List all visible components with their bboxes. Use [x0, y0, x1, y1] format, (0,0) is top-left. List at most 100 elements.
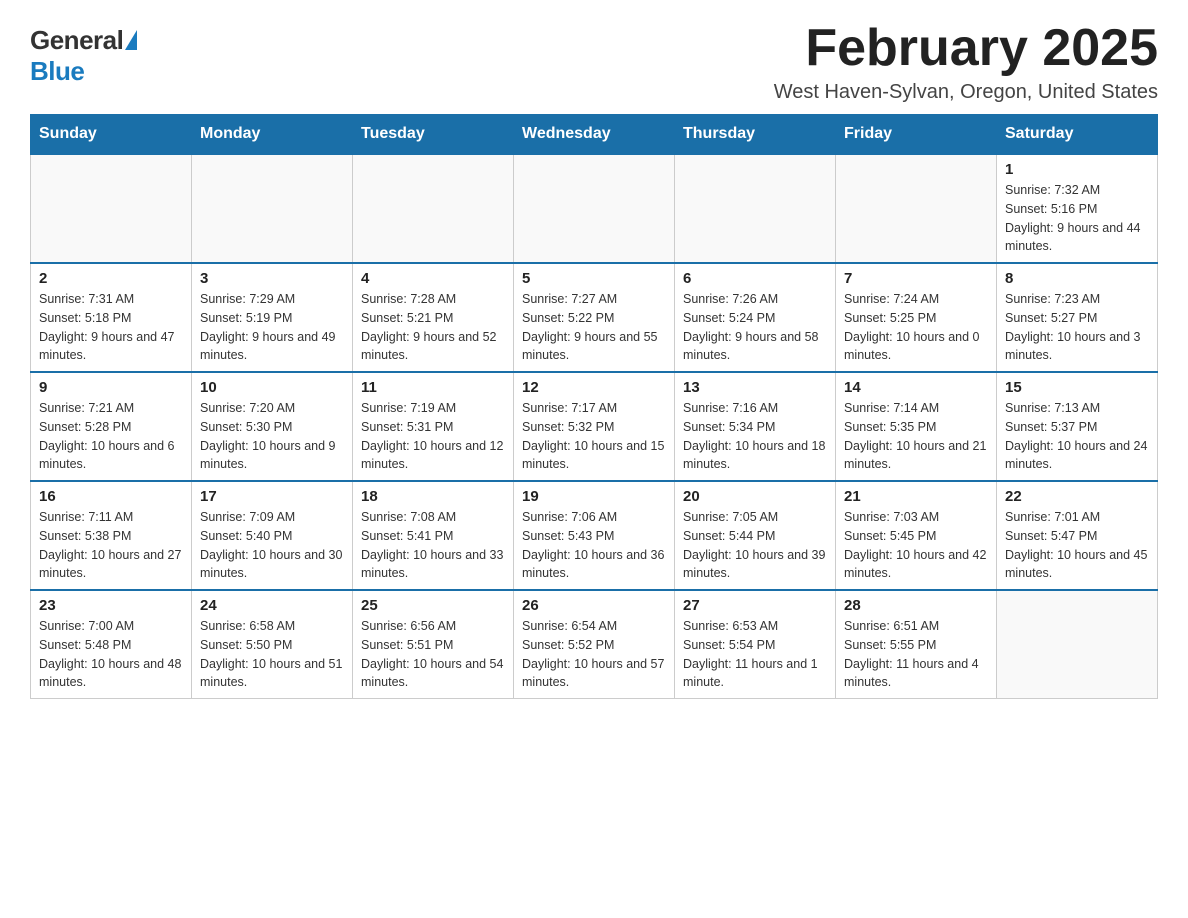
calendar-cell: [31, 154, 192, 263]
calendar-cell: 2Sunrise: 7:31 AM Sunset: 5:18 PM Daylig…: [31, 263, 192, 372]
calendar-cell: 3 Sunrise: 7:29 AM Sunset: 5:19 PM Daylig…: [192, 263, 353, 372]
day-info: Sunrise: 7:24 AM Sunset: 5:25 PM Dayligh…: [844, 290, 988, 365]
calendar-cell: 25 Sunrise: 6:56 AM Sunset: 5:51 PM Dayli…: [353, 590, 514, 699]
calendar-cell: 1 Sunrise: 7:32 AM Sunset: 5:16 PM Daylig…: [997, 154, 1158, 263]
day-info: Sunrise: 7:13 AM Sunset: 5:37 PM Dayligh…: [1005, 399, 1149, 474]
logo-triangle-icon: [125, 30, 137, 50]
day-number: 2: [39, 270, 183, 287]
calendar-cell: 27Sunrise: 6:53 AM Sunset: 5:54 PM Dayli…: [675, 590, 836, 699]
day-info: Sunrise: 7:01 AM Sunset: 5:47 PM Dayligh…: [1005, 508, 1149, 583]
day-info: Sunrise: 7:03 AM Sunset: 5:45 PM Dayligh…: [844, 508, 988, 583]
day-number: 13: [683, 379, 827, 396]
calendar-cell: 10 Sunrise: 7:20 AM Sunset: 5:30 PM Dayli…: [192, 372, 353, 481]
weekday-header-sunday: Sunday: [31, 115, 192, 155]
calendar-table: SundayMondayTuesdayWednesdayThursdayFrid…: [30, 114, 1158, 699]
day-number: 18: [361, 488, 505, 505]
day-number: 7: [844, 270, 988, 287]
day-number: 23: [39, 597, 183, 614]
day-info: Sunrise: 7:05 AM Sunset: 5:44 PM Dayligh…: [683, 508, 827, 583]
calendar-cell: 18 Sunrise: 7:08 AM Sunset: 5:41 PM Dayli…: [353, 481, 514, 590]
day-info: Sunrise: 7:19 AM Sunset: 5:31 PM Dayligh…: [361, 399, 505, 474]
logo-blue-text: Blue: [30, 56, 84, 87]
day-number: 12: [522, 379, 666, 396]
calendar-cell: 16 Sunrise: 7:11 AM Sunset: 5:38 PM Dayli…: [31, 481, 192, 590]
weekday-header-tuesday: Tuesday: [353, 115, 514, 155]
calendar-week-3: 9 Sunrise: 7:21 AM Sunset: 5:28 PM Daylig…: [31, 372, 1158, 481]
day-number: 15: [1005, 379, 1149, 396]
calendar-week-5: 23 Sunrise: 7:00 AM Sunset: 5:48 PM Dayli…: [31, 590, 1158, 699]
day-number: 1: [1005, 161, 1149, 178]
calendar-cell: 5 Sunrise: 7:27 AM Sunset: 5:22 PM Daylig…: [514, 263, 675, 372]
day-info: Sunrise: 6:56 AM Sunset: 5:51 PM Dayligh…: [361, 617, 505, 692]
day-info: Sunrise: 7:20 AM Sunset: 5:30 PM Dayligh…: [200, 399, 344, 474]
day-info: Sunrise: 7:21 AM Sunset: 5:28 PM Dayligh…: [39, 399, 183, 474]
day-number: 14: [844, 379, 988, 396]
calendar-cell: 19 Sunrise: 7:06 AM Sunset: 5:43 PM Dayli…: [514, 481, 675, 590]
day-info: Sunrise: 7:08 AM Sunset: 5:41 PM Dayligh…: [361, 508, 505, 583]
page-header: General Blue February 2025 West Haven-Sy…: [30, 20, 1158, 104]
calendar-cell: [997, 590, 1158, 699]
logo-general-text: General: [30, 25, 123, 56]
calendar-header: SundayMondayTuesdayWednesdayThursdayFrid…: [31, 115, 1158, 155]
day-number: 5: [522, 270, 666, 287]
day-number: 17: [200, 488, 344, 505]
day-number: 10: [200, 379, 344, 396]
title-area: February 2025 West Haven-Sylvan, Oregon,…: [774, 20, 1158, 104]
calendar-week-2: 2Sunrise: 7:31 AM Sunset: 5:18 PM Daylig…: [31, 263, 1158, 372]
day-info: Sunrise: 7:17 AM Sunset: 5:32 PM Dayligh…: [522, 399, 666, 474]
calendar-cell: 22 Sunrise: 7:01 AM Sunset: 5:47 PM Dayli…: [997, 481, 1158, 590]
calendar-cell: 11 Sunrise: 7:19 AM Sunset: 5:31 PM Dayli…: [353, 372, 514, 481]
day-info: Sunrise: 7:00 AM Sunset: 5:48 PM Dayligh…: [39, 617, 183, 692]
day-number: 28: [844, 597, 988, 614]
calendar-cell: 14 Sunrise: 7:14 AM Sunset: 5:35 PM Dayli…: [836, 372, 997, 481]
calendar-cell: [836, 154, 997, 263]
day-info: Sunrise: 7:29 AM Sunset: 5:19 PM Dayligh…: [200, 290, 344, 365]
calendar-week-1: 1 Sunrise: 7:32 AM Sunset: 5:16 PM Daylig…: [31, 154, 1158, 263]
weekday-header-thursday: Thursday: [675, 115, 836, 155]
day-info: Sunrise: 6:53 AM Sunset: 5:54 PM Dayligh…: [683, 617, 827, 692]
calendar-cell: [192, 154, 353, 263]
weekday-row: SundayMondayTuesdayWednesdayThursdayFrid…: [31, 115, 1158, 155]
calendar-cell: 28 Sunrise: 6:51 AM Sunset: 5:55 PM Dayli…: [836, 590, 997, 699]
day-info: Sunrise: 6:58 AM Sunset: 5:50 PM Dayligh…: [200, 617, 344, 692]
day-number: 9: [39, 379, 183, 396]
calendar-cell: 20 Sunrise: 7:05 AM Sunset: 5:44 PM Dayli…: [675, 481, 836, 590]
calendar-cell: 7 Sunrise: 7:24 AM Sunset: 5:25 PM Daylig…: [836, 263, 997, 372]
day-info: Sunrise: 7:11 AM Sunset: 5:38 PM Dayligh…: [39, 508, 183, 583]
day-info: Sunrise: 7:09 AM Sunset: 5:40 PM Dayligh…: [200, 508, 344, 583]
weekday-header-monday: Monday: [192, 115, 353, 155]
day-number: 22: [1005, 488, 1149, 505]
day-number: 19: [522, 488, 666, 505]
calendar-cell: 24 Sunrise: 6:58 AM Sunset: 5:50 PM Dayli…: [192, 590, 353, 699]
day-info: Sunrise: 7:06 AM Sunset: 5:43 PM Dayligh…: [522, 508, 666, 583]
calendar-cell: 9 Sunrise: 7:21 AM Sunset: 5:28 PM Daylig…: [31, 372, 192, 481]
day-info: Sunrise: 7:32 AM Sunset: 5:16 PM Dayligh…: [1005, 181, 1149, 256]
day-number: 11: [361, 379, 505, 396]
calendar-cell: 17 Sunrise: 7:09 AM Sunset: 5:40 PM Dayli…: [192, 481, 353, 590]
day-number: 20: [683, 488, 827, 505]
calendar-cell: 6Sunrise: 7:26 AM Sunset: 5:24 PM Daylig…: [675, 263, 836, 372]
calendar-cell: 23 Sunrise: 7:00 AM Sunset: 5:48 PM Dayli…: [31, 590, 192, 699]
calendar-week-4: 16 Sunrise: 7:11 AM Sunset: 5:38 PM Dayli…: [31, 481, 1158, 590]
day-number: 3: [200, 270, 344, 287]
calendar-cell: 15 Sunrise: 7:13 AM Sunset: 5:37 PM Dayli…: [997, 372, 1158, 481]
day-number: 24: [200, 597, 344, 614]
day-info: Sunrise: 7:16 AM Sunset: 5:34 PM Dayligh…: [683, 399, 827, 474]
day-number: 8: [1005, 270, 1149, 287]
weekday-header-saturday: Saturday: [997, 115, 1158, 155]
day-info: Sunrise: 7:27 AM Sunset: 5:22 PM Dayligh…: [522, 290, 666, 365]
weekday-header-wednesday: Wednesday: [514, 115, 675, 155]
calendar-cell: 4 Sunrise: 7:28 AM Sunset: 5:21 PM Daylig…: [353, 263, 514, 372]
calendar-cell: 12 Sunrise: 7:17 AM Sunset: 5:32 PM Dayli…: [514, 372, 675, 481]
location-title: West Haven-Sylvan, Oregon, United States: [774, 81, 1158, 104]
day-info: Sunrise: 7:28 AM Sunset: 5:21 PM Dayligh…: [361, 290, 505, 365]
day-info: Sunrise: 6:54 AM Sunset: 5:52 PM Dayligh…: [522, 617, 666, 692]
month-title: February 2025: [774, 20, 1158, 77]
day-info: Sunrise: 7:14 AM Sunset: 5:35 PM Dayligh…: [844, 399, 988, 474]
day-info: Sunrise: 6:51 AM Sunset: 5:55 PM Dayligh…: [844, 617, 988, 692]
logo: General Blue: [30, 25, 137, 87]
day-number: 4: [361, 270, 505, 287]
day-info: Sunrise: 7:23 AM Sunset: 5:27 PM Dayligh…: [1005, 290, 1149, 365]
day-number: 16: [39, 488, 183, 505]
day-number: 25: [361, 597, 505, 614]
